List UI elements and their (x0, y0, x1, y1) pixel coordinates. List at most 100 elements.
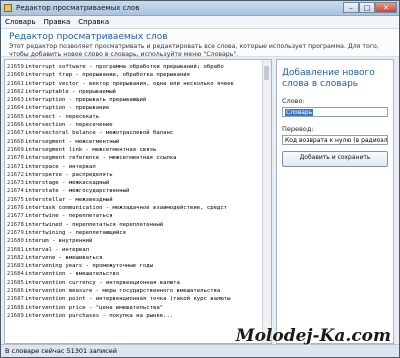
content-area: 21659 interrupt software - программа обра… (4, 59, 396, 344)
word-list[interactable]: 21659 interrupt software - программа обра… (4, 59, 272, 344)
title-bar: Редактор просматриваемых слов – □ ✕ (1, 1, 399, 16)
row-number: 21663 (7, 97, 24, 104)
list-row[interactable]: 21679 intertwining - переплетающийся (5, 229, 263, 237)
close-button[interactable]: ✕ (375, 2, 397, 13)
add-word-panel: Добавление нового слова в словарь Слово:… (276, 59, 394, 344)
minimize-button[interactable]: – (343, 2, 359, 13)
row-text: intervention purchases - покупка на рынк… (25, 312, 174, 319)
word-label: Слово: (282, 97, 305, 105)
list-row[interactable]: 21664 interruption - прерывание (5, 104, 263, 112)
row-text: intervene - вмешиваться (25, 254, 103, 261)
list-row[interactable]: 21667 intersectoral balance - межотраслев… (5, 129, 263, 137)
row-text: intertwine - переплетаться (25, 213, 113, 220)
list-row[interactable]: 21688 intervention price - "цена вмешател… (5, 304, 263, 312)
header: Редактор просматриваемых слов Этот редак… (1, 29, 399, 58)
row-number: 21686 (7, 288, 24, 295)
list-row[interactable]: 21665 intersect - пересекать (5, 113, 263, 121)
list-row[interactable]: 21669 intersegment link - межсегментная с… (5, 146, 263, 154)
list-row[interactable]: 21668 intersegment - межсегментный (5, 138, 263, 146)
list-row[interactable]: 21680 interum - внутренний (5, 237, 263, 245)
row-number: 21687 (7, 296, 24, 303)
row-text: interstate - межгосударственный (25, 188, 130, 195)
vertical-scrollbar[interactable] (262, 60, 271, 343)
scrollbar-thumb[interactable] (264, 66, 269, 80)
list-row[interactable]: 21687 intervention point - интервенционна… (5, 295, 263, 303)
add-word-title: Добавление нового слова в словарь (282, 68, 375, 89)
list-row[interactable]: 21676 intertask communication - межзадачн… (5, 204, 263, 212)
word-list-rows: 21659 interrupt software - программа обра… (5, 63, 263, 320)
row-text: intervention measure - меры государствен… (25, 288, 221, 295)
list-row[interactable]: 21677 intertwine - переплетаться (5, 212, 263, 220)
row-number: 21659 (7, 64, 24, 70)
list-row[interactable]: 21681 interval - интервал (5, 246, 263, 254)
row-text: interrupt software - программа обработки… (25, 64, 224, 70)
row-text: interstellar - межзвездный (25, 196, 113, 203)
menu-help[interactable]: Справка (74, 18, 113, 26)
list-row[interactable]: 21662 interruptable - прерываемый (5, 88, 263, 96)
list-row[interactable]: 21683 intervening years - промежуточные г… (5, 262, 263, 270)
list-row[interactable]: 21674 interstate - межгосударственный (5, 187, 263, 195)
row-text: intervention - вмешательство (25, 271, 120, 278)
row-number: 21664 (7, 105, 24, 112)
list-row[interactable]: 21678 intertwined - переплетаться перепле… (5, 221, 263, 229)
row-text: intervening years - промежуточные годы (25, 263, 153, 270)
row-number: 21679 (7, 229, 24, 236)
status-text: В словаре сейчас 51301 записей (5, 347, 117, 355)
row-text: intersect - пересекать (25, 113, 100, 120)
row-number: 21661 (7, 80, 24, 87)
app-window: Редактор просматриваемых слов – □ ✕ Слов… (0, 0, 400, 358)
row-number: 21678 (7, 221, 24, 228)
row-text: intersegment reference - межсегментная с… (25, 155, 177, 162)
list-row[interactable]: 21682 intervene - вмешиваться (5, 254, 263, 262)
row-text: interrupt vector - вектор прерывания, од… (25, 80, 234, 87)
word-input[interactable]: Словарь (282, 107, 388, 117)
row-text: intersegment link - межсегментная связь (25, 146, 157, 153)
app-icon (4, 4, 12, 12)
list-row[interactable]: 21684 intervention - вмешательство (5, 270, 263, 278)
list-row[interactable]: 21673 interstage - межкаскадный (5, 179, 263, 187)
row-number: 21666 (7, 122, 24, 129)
list-row[interactable]: 21666 intersection - пересечение (5, 121, 263, 129)
list-row[interactable]: 21685 intervention currency - интервенцио… (5, 279, 263, 287)
row-text: interval - интервал (25, 246, 89, 253)
list-row[interactable]: 21663 interruption - прерывать прерывающи… (5, 96, 263, 104)
list-row[interactable]: 21675 interstellar - межзвездный (5, 196, 263, 204)
add-and-save-button[interactable]: Добавить и сохранить (282, 151, 388, 167)
row-text: intersectoral balance - межотраслевой ба… (25, 130, 174, 137)
row-text: intervention price - "цена вмешательства… (25, 304, 164, 311)
list-row[interactable]: 21671 interspace - интервал (5, 163, 263, 171)
row-text: intertwined - переплетаться переплетенны… (25, 221, 164, 228)
translation-label: Перевод: (282, 125, 314, 133)
row-number: 21677 (7, 213, 24, 220)
row-number: 21680 (7, 238, 24, 245)
row-number: 21685 (7, 279, 24, 286)
header-description: Этот редактор позволяет просматривать и … (9, 43, 379, 58)
menu-bar: Словарь Правка Справка (1, 16, 399, 29)
row-number: 21682 (7, 254, 24, 261)
row-text: intersperse - распределять (25, 171, 113, 178)
list-row[interactable]: 21660 interrupt trap - прерывание, обрабо… (5, 71, 263, 79)
list-row[interactable]: 21661 interrupt vector - вектор прерывани… (5, 80, 263, 88)
list-row[interactable]: 21670 intersegment reference - межсегмент… (5, 154, 263, 162)
window-title: Редактор просматриваемых слов (16, 4, 140, 12)
row-number: 21668 (7, 138, 24, 145)
row-number: 21681 (7, 246, 24, 253)
row-number: 21675 (7, 196, 24, 203)
menu-dictionary[interactable]: Словарь (1, 18, 40, 26)
row-text: interruption - прерывание (25, 105, 110, 112)
row-number: 21676 (7, 205, 24, 212)
translation-input[interactable]: Код возврата к нулю (в радиоэлектр (282, 135, 388, 145)
list-row[interactable]: 21659 interrupt software - программа обра… (5, 63, 263, 71)
watermark: Molodej-Ka.com (235, 326, 391, 346)
menu-edit[interactable]: Правка (40, 18, 75, 26)
header-title: Редактор просматриваемых слов (9, 32, 168, 42)
maximize-button[interactable]: □ (359, 2, 375, 13)
list-row[interactable]: 21686 intervention measure - меры государ… (5, 287, 263, 295)
row-number: 21667 (7, 130, 24, 137)
row-number: 21689 (7, 312, 24, 319)
row-number: 21662 (7, 88, 24, 95)
list-row[interactable]: 21689 intervention purchases - покупка на… (5, 312, 263, 320)
row-text: interum - внутренний (25, 238, 93, 245)
row-number: 21671 (7, 163, 24, 170)
list-row[interactable]: 21672 intersperse - распределять (5, 171, 263, 179)
